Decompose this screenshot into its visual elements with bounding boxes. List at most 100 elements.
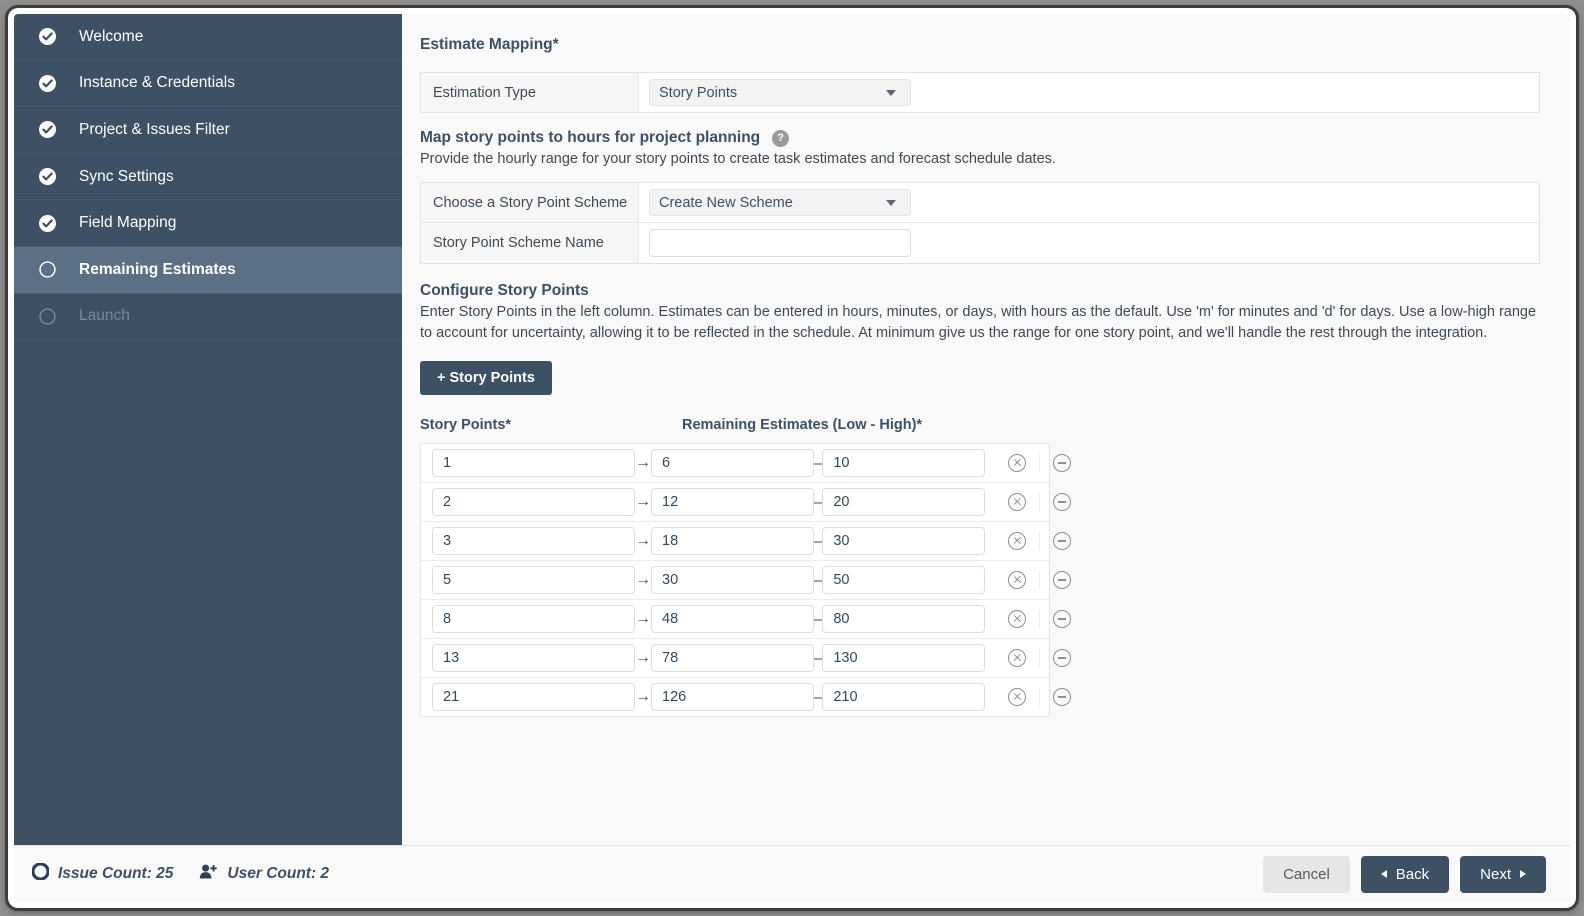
choose-scheme-select[interactable]: Create New Scheme bbox=[649, 189, 911, 216]
arrow-right-icon: → bbox=[635, 454, 651, 472]
choose-scheme-selected-value: Create New Scheme bbox=[659, 195, 793, 211]
scheme-name-row: Story Point Scheme Name bbox=[421, 223, 1539, 263]
story-points-input[interactable] bbox=[432, 566, 635, 594]
cell-divider bbox=[1039, 571, 1040, 589]
sidebar-item-field-mapping[interactable]: Field Mapping bbox=[14, 200, 402, 247]
sidebar-item-label: Instance & Credentials bbox=[79, 74, 235, 92]
range-dash: – bbox=[814, 572, 822, 589]
scheme-name-input[interactable] bbox=[649, 229, 911, 257]
estimate-high-input[interactable] bbox=[822, 527, 985, 555]
estimate-high-input[interactable] bbox=[822, 644, 985, 672]
remove-row-icon[interactable] bbox=[1053, 454, 1071, 472]
estimate-low-input[interactable] bbox=[651, 683, 814, 711]
remove-row-icon[interactable] bbox=[1053, 532, 1071, 550]
estimate-low-input[interactable] bbox=[651, 449, 814, 477]
cell-divider bbox=[1039, 532, 1040, 550]
check-circle-icon bbox=[39, 215, 56, 232]
remove-row-icon[interactable] bbox=[1053, 649, 1071, 667]
window-body: Welcome Instance & Credentials Project &… bbox=[14, 14, 1570, 845]
sidebar-item-sync-settings[interactable]: Sync Settings bbox=[14, 154, 402, 201]
remove-row-icon[interactable] bbox=[1053, 571, 1071, 589]
clear-row-icon[interactable] bbox=[1008, 610, 1026, 628]
configure-story-points-section: Configure Story Points Enter Story Point… bbox=[420, 282, 1540, 717]
check-circle-icon bbox=[39, 28, 56, 45]
map-section-heading-row: Map story points to hours for project pl… bbox=[420, 129, 1540, 147]
back-button-label: Back bbox=[1396, 866, 1429, 883]
check-circle-icon bbox=[39, 168, 56, 185]
column-header-remaining-estimates: Remaining Estimates (Low - High)* bbox=[682, 417, 922, 433]
row-actions bbox=[995, 610, 1084, 628]
donut-circle-icon bbox=[32, 863, 58, 885]
remove-row-icon[interactable] bbox=[1053, 610, 1071, 628]
row-actions bbox=[995, 493, 1084, 511]
story-points-input[interactable] bbox=[432, 605, 635, 633]
map-section-description: Provide the hourly range for your story … bbox=[420, 151, 1540, 167]
empty-circle-icon bbox=[39, 308, 56, 325]
add-story-points-button[interactable]: + Story Points bbox=[420, 361, 552, 395]
scheme-name-label: Story Point Scheme Name bbox=[421, 223, 639, 263]
cell-divider bbox=[1039, 493, 1040, 511]
cancel-button[interactable]: Cancel bbox=[1263, 856, 1350, 893]
story-points-input[interactable] bbox=[432, 527, 635, 555]
clear-row-icon[interactable] bbox=[1008, 454, 1026, 472]
estimate-high-input[interactable] bbox=[822, 488, 985, 516]
estimation-type-select[interactable]: Story Points bbox=[649, 79, 911, 106]
story-points-input[interactable] bbox=[432, 488, 635, 516]
estimation-type-value-cell: Story Points bbox=[639, 73, 1539, 112]
range-dash: – bbox=[814, 650, 822, 667]
arrow-right-icon: → bbox=[635, 493, 651, 511]
sidebar-item-remaining-estimates[interactable]: Remaining Estimates bbox=[14, 247, 402, 294]
estimation-type-selected-value: Story Points bbox=[659, 85, 737, 101]
empty-circle-icon bbox=[39, 261, 56, 278]
map-section-heading: Map story points to hours for project pl… bbox=[420, 129, 760, 147]
sidebar-item-label: Sync Settings bbox=[79, 168, 174, 186]
sidebar-item-label: Launch bbox=[79, 307, 130, 325]
sidebar-item-instance-credentials[interactable]: Instance & Credentials bbox=[14, 61, 402, 108]
row-actions bbox=[995, 532, 1084, 550]
arrow-right-icon: → bbox=[635, 532, 651, 550]
story-points-input[interactable] bbox=[432, 449, 635, 477]
row-actions bbox=[995, 571, 1084, 589]
chevron-down-icon bbox=[886, 90, 896, 96]
estimate-low-input[interactable] bbox=[651, 488, 814, 516]
section-title-estimate-mapping: Estimate Mapping* bbox=[420, 36, 1540, 54]
estimate-high-input[interactable] bbox=[822, 566, 985, 594]
estimate-high-input[interactable] bbox=[822, 683, 985, 711]
estimate-low-input[interactable] bbox=[651, 527, 814, 555]
clear-row-icon[interactable] bbox=[1008, 571, 1026, 589]
configure-heading: Configure Story Points bbox=[420, 282, 1540, 300]
story-points-input[interactable] bbox=[432, 683, 635, 711]
choose-scheme-label: Choose a Story Point Scheme bbox=[421, 183, 639, 222]
remove-row-icon[interactable] bbox=[1053, 493, 1071, 511]
table-row: → – bbox=[421, 639, 1049, 678]
sidebar-item-label: Field Mapping bbox=[79, 214, 176, 232]
range-dash: – bbox=[814, 494, 822, 511]
help-icon[interactable]: ? bbox=[772, 130, 789, 147]
sidebar-item-project-issues-filter[interactable]: Project & Issues Filter bbox=[14, 107, 402, 154]
clear-row-icon[interactable] bbox=[1008, 493, 1026, 511]
column-header-story-points: Story Points* bbox=[420, 417, 682, 433]
next-button[interactable]: Next bbox=[1460, 856, 1546, 893]
clear-row-icon[interactable] bbox=[1008, 688, 1026, 706]
cell-divider bbox=[1039, 610, 1040, 628]
estimate-high-input[interactable] bbox=[822, 449, 985, 477]
wizard-step-sidebar: Welcome Instance & Credentials Project &… bbox=[14, 14, 402, 845]
clear-row-icon[interactable] bbox=[1008, 532, 1026, 550]
row-actions bbox=[995, 649, 1084, 667]
sidebar-item-label: Welcome bbox=[79, 28, 143, 46]
choose-scheme-row: Choose a Story Point Scheme Create New S… bbox=[421, 183, 1539, 223]
estimate-low-input[interactable] bbox=[651, 644, 814, 672]
remove-row-icon[interactable] bbox=[1053, 688, 1071, 706]
arrow-right-icon: → bbox=[635, 571, 651, 589]
table-row: → – bbox=[421, 483, 1049, 522]
sidebar-item-label: Remaining Estimates bbox=[79, 261, 236, 279]
table-row: → – bbox=[421, 561, 1049, 600]
clear-row-icon[interactable] bbox=[1008, 649, 1026, 667]
back-button[interactable]: Back bbox=[1361, 856, 1449, 893]
estimate-low-input[interactable] bbox=[651, 605, 814, 633]
user-count-stat: User Count: 2 bbox=[199, 863, 329, 885]
estimate-high-input[interactable] bbox=[822, 605, 985, 633]
sidebar-item-welcome[interactable]: Welcome bbox=[14, 14, 402, 61]
estimate-low-input[interactable] bbox=[651, 566, 814, 594]
story-points-input[interactable] bbox=[432, 644, 635, 672]
